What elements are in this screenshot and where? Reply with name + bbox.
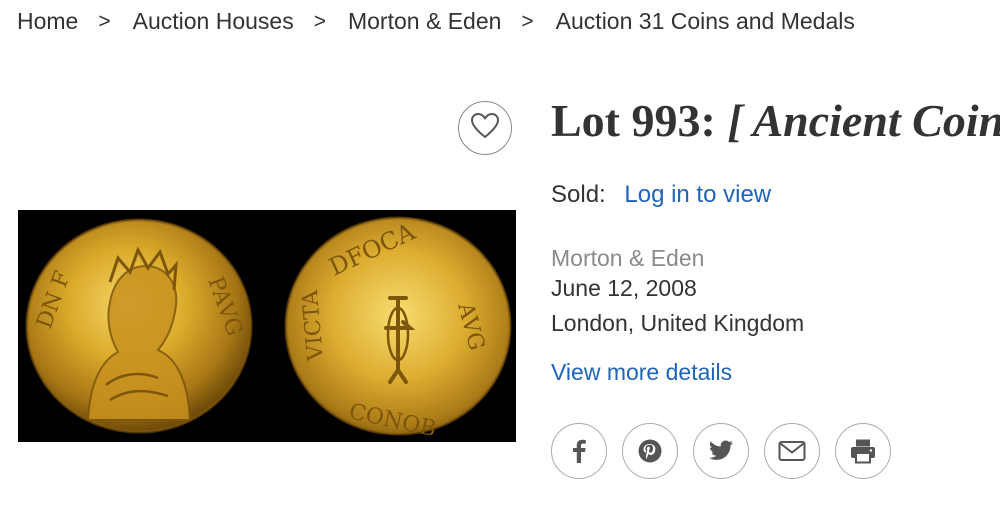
breadcrumb-auction-houses[interactable]: Auction Houses [133,8,294,35]
twitter-icon [708,440,734,462]
favorite-button[interactable] [458,101,512,155]
sold-label: Sold: [551,181,606,208]
facebook-share-button[interactable] [551,423,607,479]
login-to-view-link[interactable]: Log in to view [624,181,771,208]
breadcrumb-separator: > [313,9,326,33]
breadcrumb-separator: > [521,9,534,33]
email-share-button[interactable] [764,423,820,479]
sale-date: June 12, 2008 [551,275,697,301]
breadcrumb-separator: > [98,9,111,33]
share-buttons [551,423,906,479]
coin-image: DN F PAVG DFOCA AVG CONOB VICTA [18,210,516,442]
facebook-icon [568,438,590,464]
view-more-details-link[interactable]: View more details [551,359,732,386]
heart-icon [470,112,500,145]
breadcrumb-auction-house[interactable]: Morton & Eden [348,8,501,35]
email-icon [778,440,806,462]
twitter-share-button[interactable] [693,423,749,479]
lot-title-text: [ Ancient Coins [727,95,1000,146]
lot-number: Lot 993: [551,95,728,146]
pinterest-share-button[interactable] [622,423,678,479]
breadcrumb-auction[interactable]: Auction 31 Coins and Medals [556,8,855,35]
auction-house-name[interactable]: Morton & Eden [551,245,704,272]
breadcrumb: Home > Auction Houses > Morton & Eden > … [17,8,855,35]
print-icon [849,438,877,464]
pinterest-icon [637,438,663,464]
lot-title: Lot 993: [ Ancient Coins [551,94,1000,147]
sold-row: Sold: Log in to view [551,181,771,209]
breadcrumb-home[interactable]: Home [17,8,78,35]
sale-location: London, United Kingdom [551,310,805,336]
print-button[interactable] [835,423,891,479]
